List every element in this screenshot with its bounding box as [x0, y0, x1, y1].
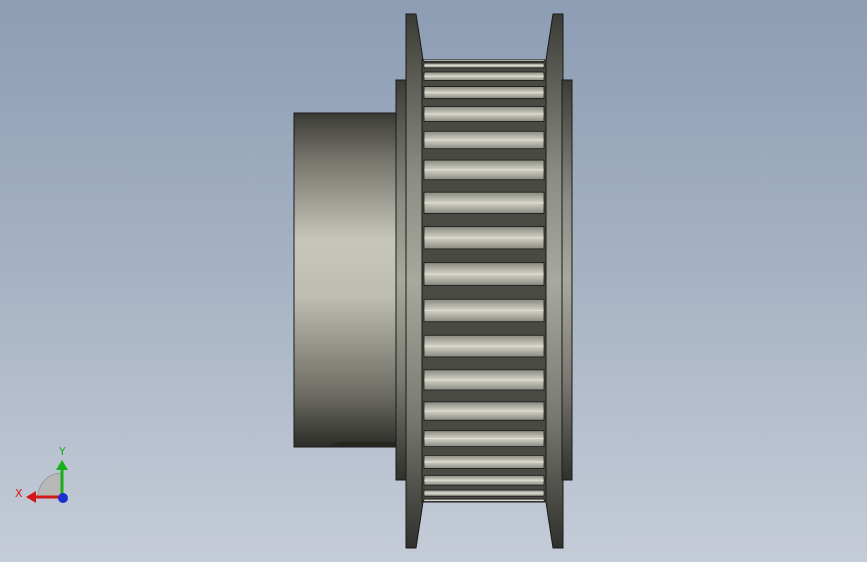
triad-plane-quadrant: [37, 472, 63, 498]
right-shoulder[interactable]: [561, 79, 573, 481]
graphics-viewport[interactable]: X Y: [0, 0, 867, 562]
left-flange[interactable]: [405, 13, 424, 549]
x-axis-label: X: [15, 487, 23, 500]
y-axis-label: Y: [58, 445, 66, 458]
left-shoulder[interactable]: [395, 79, 408, 481]
z-axis-dot-icon: [58, 493, 68, 503]
pulley-model[interactable]: X Y: [0, 0, 867, 562]
right-flange[interactable]: [545, 13, 564, 549]
x-axis-arrow-icon: [26, 491, 36, 503]
y-axis-arrow-icon: [56, 460, 68, 470]
hub-body[interactable]: [293, 112, 398, 448]
coordinate-triad[interactable]: X Y: [15, 445, 68, 503]
